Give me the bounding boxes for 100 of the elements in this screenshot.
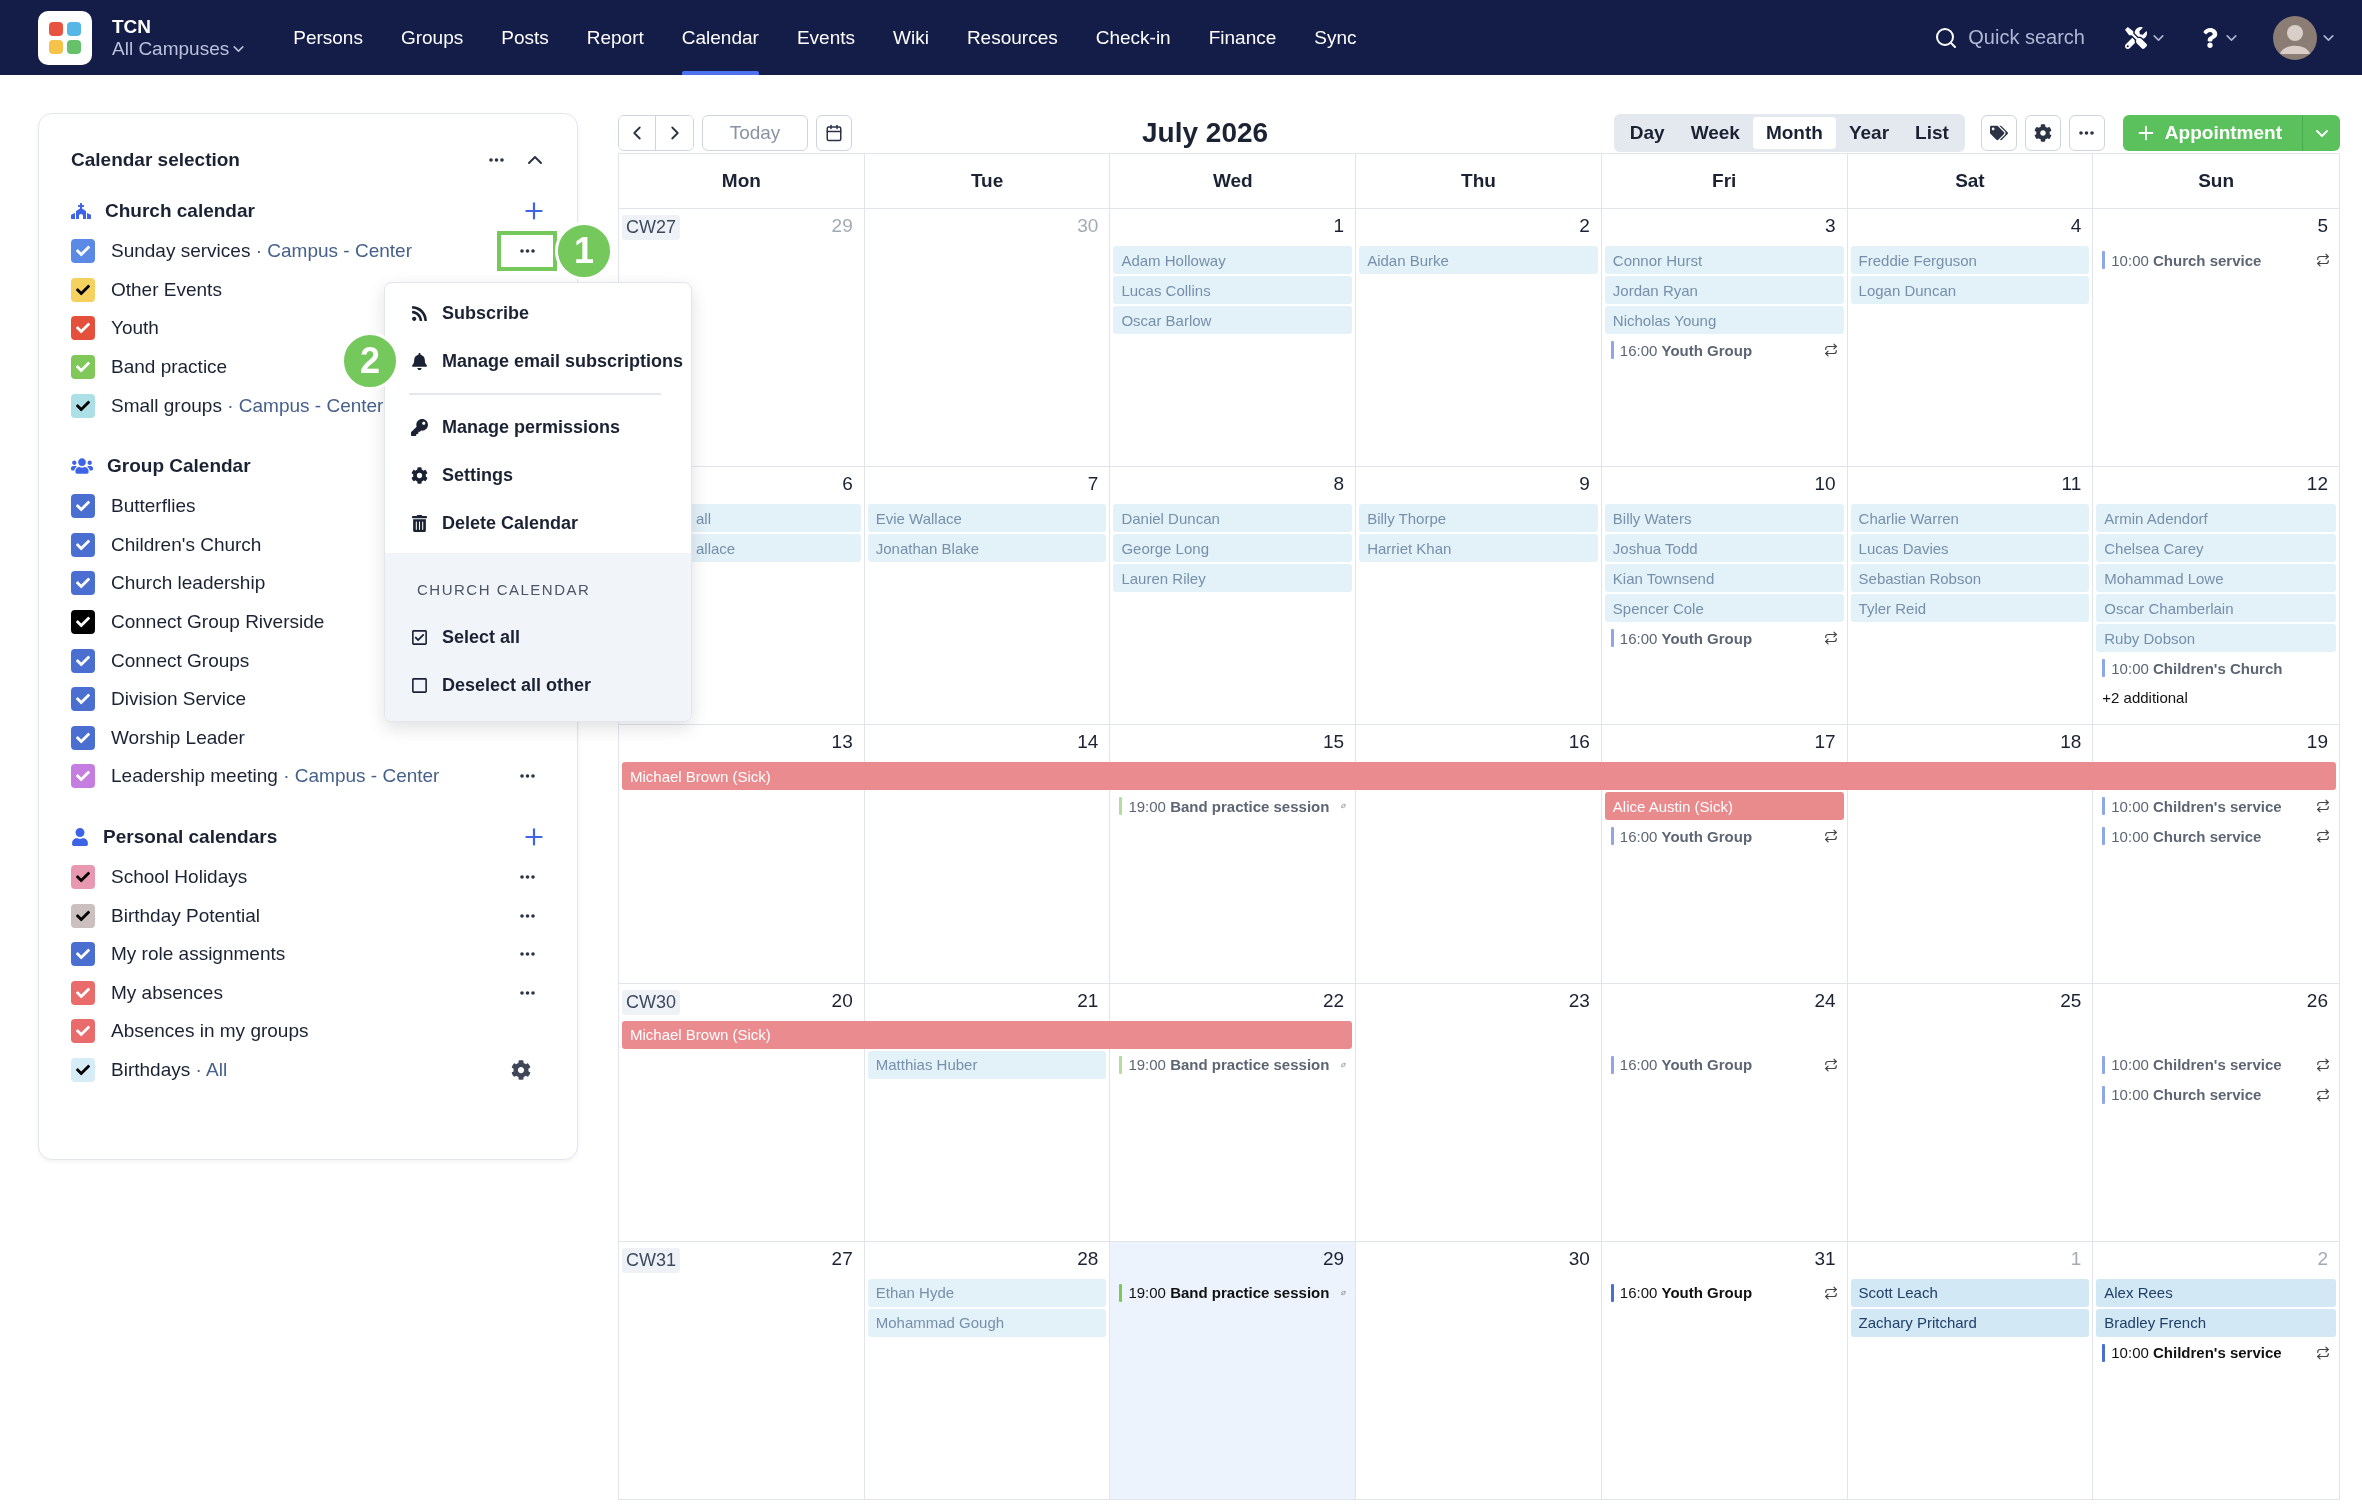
step-marker: 1	[555, 222, 613, 281]
nav-item[interactable]: Calendar	[662, 0, 778, 75]
settings-icon	[2033, 124, 2052, 142]
calendar-checkbox[interactable]	[71, 610, 95, 635]
nav-item[interactable]: Groups	[381, 0, 483, 75]
check-icon	[76, 282, 90, 297]
day-number: 25	[2060, 989, 2083, 1012]
calendar-checkbox[interactable]	[71, 532, 95, 557]
appointment-options-button[interactable]	[2302, 115, 2340, 151]
calendar-checkbox[interactable]	[71, 865, 95, 889]
event-entry[interactable]: 19:00 Band practice session	[1113, 1050, 1353, 1079]
view-tab[interactable]: Day	[1616, 117, 1678, 149]
absence-bar[interactable]	[1109, 1020, 1353, 1049]
nav-item[interactable]: Finance	[1189, 0, 1296, 75]
day-cell[interactable]: 22 19:00 Band practice session	[1110, 983, 1357, 1241]
day-cell[interactable]: 17 Alice Austin (Sick) 16:00 Youth Group	[1601, 725, 1848, 983]
nav-item[interactable]: Check-in	[1076, 0, 1190, 75]
check-icon	[76, 398, 90, 413]
settings-button[interactable]	[2024, 115, 2061, 151]
event-entry[interactable]: 10:00 Children's service	[2096, 792, 2336, 821]
day-number: 21	[1077, 989, 1100, 1012]
calendar-checkbox[interactable]	[71, 725, 95, 750]
nav-item[interactable]: Persons	[274, 0, 382, 75]
nav-item[interactable]: Sync	[1295, 0, 1376, 75]
day-cell[interactable]: 21 Matthias Huber	[864, 983, 1111, 1241]
view-tab[interactable]: Week	[1677, 117, 1753, 149]
event-entry[interactable]: 10:00 Church service	[2096, 246, 2336, 274]
view-tab[interactable]: Month	[1752, 117, 1836, 149]
check-icon	[76, 360, 90, 375]
church-icon	[71, 201, 91, 221]
event-entry[interactable]: 16:00 Youth Group	[1604, 336, 1844, 364]
checkbox-empty-icon	[411, 676, 428, 694]
calendar-name: Leadership meeting · Campus - Center	[111, 765, 440, 788]
event-entry[interactable]: 10:00 Church service	[2096, 822, 2336, 851]
previous-button[interactable]	[619, 116, 656, 150]
nav-item[interactable]: Events	[777, 0, 874, 75]
nav-item[interactable]: Report	[567, 0, 663, 75]
key-icon	[411, 418, 428, 436]
calendar-name: Absences in my groups	[111, 1020, 309, 1043]
event-entry[interactable]: 16:00 Youth Group	[1604, 1278, 1844, 1307]
calendar-name: Other Events	[111, 278, 222, 301]
calendar-checkbox[interactable]	[71, 239, 95, 264]
day-number: 22	[1323, 989, 1346, 1012]
nav-item[interactable]: Posts	[482, 0, 568, 75]
calendar-checkbox[interactable]	[71, 1019, 95, 1044]
calendar-name: Band practice	[111, 356, 228, 379]
person-icon	[71, 827, 89, 846]
nav-item[interactable]: Resources	[947, 0, 1077, 75]
event-entry[interactable]: 16:00 Youth Group	[1604, 1050, 1844, 1079]
event-entry[interactable]: 16:00 Youth Group	[1604, 822, 1844, 851]
day-cell[interactable]: CW30 20 Michael Brown (Sick)	[619, 983, 865, 1241]
calendar-checkbox[interactable]	[71, 571, 95, 596]
calendar-name: Worship Leader	[111, 726, 245, 749]
calendar-checkbox[interactable]	[71, 980, 95, 1005]
day-cell[interactable]: 15 19:00 Band practice session	[1110, 725, 1357, 983]
app-logo[interactable]	[38, 10, 92, 65]
event-entry[interactable]: 19:00 Band practice session	[1113, 1278, 1353, 1307]
day-cell[interactable]: 14	[864, 725, 1111, 983]
event-entry[interactable]: 16:00 Youth Group	[1604, 624, 1844, 653]
day-number: 27	[831, 1247, 854, 1270]
absence-bar[interactable]	[2092, 762, 2336, 791]
day-number: 10	[1814, 473, 1837, 496]
day-cell[interactable]: CW31 27	[619, 1241, 865, 1499]
day-number: 12	[2306, 473, 2329, 496]
check-icon	[76, 692, 90, 707]
calendar-checkbox[interactable]	[71, 942, 95, 967]
campus-selector[interactable]: All Campuses	[112, 37, 245, 60]
birthday-entry[interactable]: Scott Leach	[1850, 1278, 2090, 1307]
nav-item[interactable]: Wiki	[874, 0, 948, 75]
calendar-checkbox[interactable]	[71, 648, 95, 673]
chevron-down-icon	[2315, 129, 2328, 137]
day-cell[interactable]: 13 Michael Brown (Sick)	[619, 725, 865, 983]
day-cell[interactable]: 16	[1356, 725, 1602, 983]
calendar-checkbox[interactable]	[71, 355, 95, 380]
calendar-checkbox[interactable]	[71, 764, 95, 789]
view-tab[interactable]: List	[1902, 117, 1962, 149]
birthday-entry[interactable]: Alex Rees	[2096, 1278, 2336, 1307]
calendar-checkbox[interactable]	[71, 316, 95, 341]
event-entry[interactable]: 10:00 Church service	[2096, 1080, 2336, 1109]
day-cell[interactable]: 29 19:00 Band practice session	[1110, 1241, 1357, 1499]
week-number: CW27	[622, 215, 680, 240]
day-number: 15	[1323, 731, 1346, 754]
calendar-checkbox[interactable]	[71, 687, 95, 712]
trash-icon	[411, 514, 428, 532]
more-events-link[interactable]: +2 additional	[2096, 684, 2194, 711]
quick-search[interactable]: Quick search	[1928, 0, 2091, 75]
day-cell[interactable]: 18	[1847, 725, 2094, 983]
event-entry[interactable]: 10:00 Children's service	[2096, 1338, 2336, 1367]
event-entry[interactable]: 10:00 Children's Church	[2096, 654, 2336, 683]
day-cell[interactable]: 2 Aidan Burke	[1356, 209, 1602, 467]
calendar-name: Division Service	[111, 688, 247, 711]
tags-button[interactable]	[1980, 115, 2017, 151]
event-entry[interactable]: 10:00 Children's service	[2096, 1050, 2336, 1079]
day-number: 30	[1568, 1247, 1591, 1270]
date-picker-button[interactable]	[816, 115, 852, 151]
birthday-entry[interactable]: Bradley French	[2096, 1308, 2336, 1337]
birthday-entry[interactable]: Zachary Pritchard	[1850, 1308, 2090, 1337]
event-entry[interactable]: 19:00 Band practice session	[1113, 792, 1353, 821]
calendar-checkbox[interactable]	[71, 494, 95, 519]
view-tab[interactable]: Year	[1835, 117, 1903, 149]
